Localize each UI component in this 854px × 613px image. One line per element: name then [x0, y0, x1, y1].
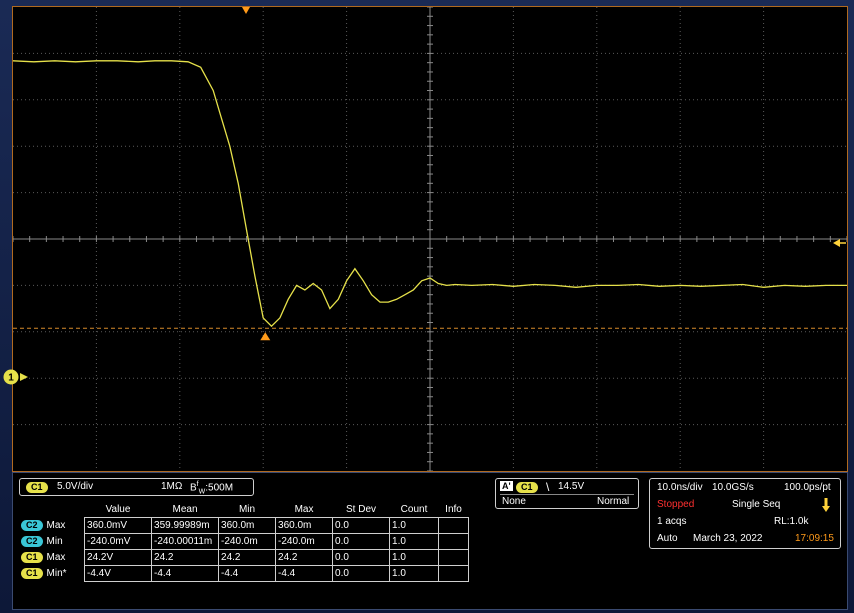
header-stdev: St Dev — [346, 503, 377, 515]
measurement-max: 24.2 — [275, 549, 334, 566]
waveform-graticule[interactable] — [12, 6, 848, 472]
measurement-row[interactable]: C1 Min* -4.4V -4.4 -4.4 -4.4 0.0 1.0 — [19, 565, 470, 582]
trigger-mode: Normal — [597, 496, 630, 507]
measurement-row[interactable]: C2 Max 360.0mV 359.99989m 360.0m 360.0m 0.0 1.0 — [19, 517, 470, 534]
waveform-plot — [13, 7, 847, 471]
header-info: Info — [445, 503, 462, 515]
measurement-channel-tag: C1 — [21, 552, 43, 563]
measurement-value: -4.4V — [84, 565, 153, 582]
measurement-value: 360.0mV — [84, 517, 153, 534]
measurement-channel-tag: C1 — [21, 568, 43, 579]
measurement-count: 1.0 — [389, 533, 440, 550]
measurement-info — [438, 549, 470, 566]
measurement-header-row: Value Mean Min Max St Dev Count Info — [19, 501, 469, 518]
measurement-count: 1.0 — [389, 549, 440, 566]
measurement-min: 360.0m — [218, 517, 277, 534]
measurement-stdev: 0.0 — [332, 517, 391, 534]
measurement-channel-tag: C2 — [21, 520, 43, 531]
acquisition-settings[interactable]: 10.0ns/div 10.0GS/s 100.0ps/pt Stopped S… — [649, 478, 841, 549]
header-max: Max — [294, 503, 314, 515]
trigger-position-marker-top[interactable] — [242, 7, 250, 14]
measurement-min: 24.2 — [218, 549, 277, 566]
measurement-max: 360.0m — [275, 517, 334, 534]
measurement-min: -4.4 — [218, 565, 277, 582]
measurement-label: Max — [46, 552, 66, 563]
measurement-mean: 359.99989m — [151, 517, 220, 534]
acquisition-count: 1 acqs — [657, 516, 687, 527]
measurement-info — [438, 565, 470, 582]
measurement-info — [438, 533, 470, 550]
trigger-source-tag: C1 — [516, 482, 538, 493]
channel-1-scale: 5.0V/div — [57, 481, 94, 492]
measurement-value: 24.2V — [84, 549, 153, 566]
measurement-count: 1.0 — [389, 565, 440, 582]
measurement-label: Max — [46, 520, 66, 531]
channel-1-marker-label: 1 — [8, 373, 14, 384]
measurement-count: 1.0 — [389, 517, 440, 534]
trigger-position-arrow — [242, 7, 250, 14]
measurement-mean: -4.4 — [151, 565, 220, 582]
trigger-a-tag: A' — [500, 481, 513, 491]
grid — [13, 7, 847, 471]
trigger-pin-icon — [822, 498, 830, 512]
acquisition-status: Stopped — [657, 499, 695, 510]
measurement-mean: -240.00011m — [151, 533, 220, 550]
measurement-table: Value Mean Min Max St Dev Count Info C2 M… — [19, 501, 470, 582]
minimum-marker-arrow — [260, 332, 271, 341]
trigger-level-marker[interactable] — [833, 239, 846, 247]
measurement-min: -240.0m — [218, 533, 277, 550]
channel-1-bandwidth: BfW:500M — [190, 481, 234, 496]
measurement-stdev: 0.0 — [332, 565, 391, 582]
date: March 23, 2022 — [693, 533, 763, 544]
measurement-channel-tag: C2 — [21, 536, 43, 547]
trigger-marker-bottom — [260, 332, 271, 341]
header-min: Min — [238, 503, 256, 515]
measurement-value: -240.0mV — [84, 533, 153, 550]
trigger-level-arrow — [833, 239, 840, 247]
header-mean: Mean — [172, 503, 198, 515]
channel-1-tag: C1 — [26, 482, 48, 493]
trigger-coupling: None — [502, 496, 526, 507]
channel-1-settings[interactable]: C1 5.0V/div 1MΩ BfW:500M — [19, 478, 254, 496]
measurement-stdev: 0.0 — [332, 533, 391, 550]
measurement-label: Min — [46, 536, 63, 547]
time: 17:09:15 — [795, 533, 834, 544]
record-length: RL:1.0k — [774, 516, 809, 527]
timebase: 10.0ns/div — [657, 482, 703, 493]
oscilloscope-screen: 1 C1 5.0V/div 1MΩ BfW:500M Value Mean Mi… — [0, 0, 854, 613]
channel-1-impedance: 1MΩ — [161, 481, 183, 492]
trigger-divider — [500, 494, 634, 495]
trigger-settings[interactable]: A' C1 \ 14.5V None Normal — [495, 478, 639, 509]
sequence-mode: Single Seq — [732, 499, 781, 510]
measurement-row[interactable]: C1 Max 24.2V 24.2 24.2 24.2 0.0 1.0 — [19, 549, 470, 566]
measurement-max: -4.4 — [275, 565, 334, 582]
trigger-slope-icon: \ — [546, 480, 550, 494]
measurement-stdev: 0.0 — [332, 549, 391, 566]
measurement-max: -240.0m — [275, 533, 334, 550]
sample-rate: 10.0GS/s — [712, 482, 754, 493]
header-count: Count — [400, 503, 428, 515]
auto-mode: Auto — [657, 533, 678, 544]
trigger-level: 14.5V — [558, 481, 585, 492]
measurement-row[interactable]: C2 Min -240.0mV -240.00011m -240.0m -240.0m 0.… — [19, 533, 470, 550]
measurement-info — [438, 517, 470, 534]
resolution: 100.0ps/pt — [784, 482, 831, 493]
header-value: Value — [105, 503, 131, 515]
bottom-panel: C1 5.0V/div 1MΩ BfW:500M Value Mean Min … — [12, 472, 848, 610]
channel-1-ground-marker[interactable]: 1 — [2, 368, 30, 386]
measurement-mean: 24.2 — [151, 549, 220, 566]
measurement-label: Min* — [46, 568, 67, 579]
